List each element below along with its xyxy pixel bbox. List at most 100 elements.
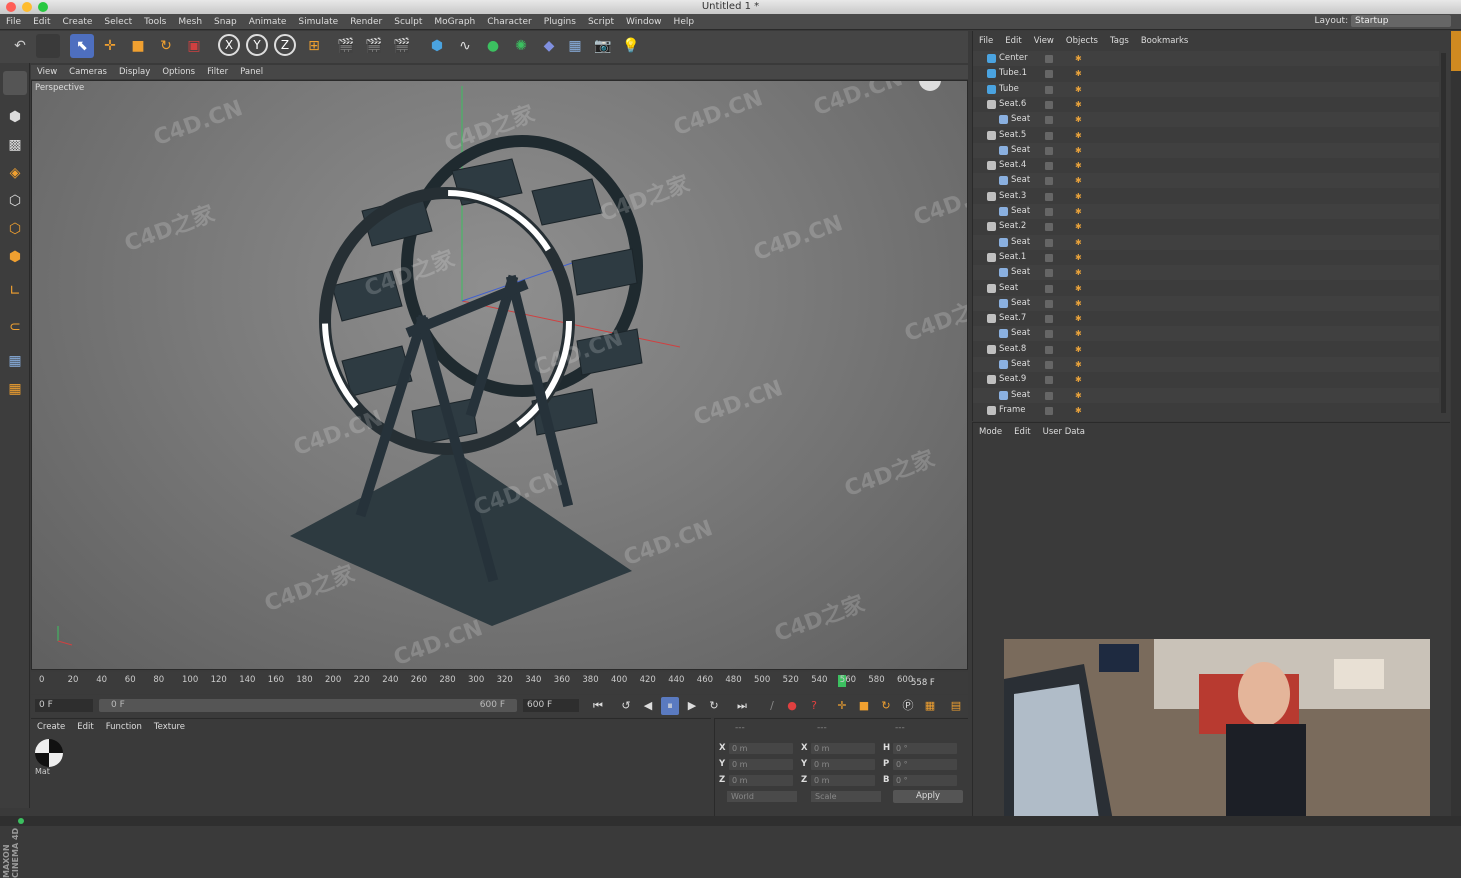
coord-value-field[interactable]: 0 °	[893, 759, 957, 770]
object-name[interactable]: Seat	[1011, 388, 1030, 403]
viewport-menu-options[interactable]: Options	[156, 65, 201, 79]
render-view-icon[interactable]: 🎬	[334, 34, 358, 58]
object-name[interactable]: Seat	[1011, 112, 1030, 127]
go-to-end-icon[interactable]: ⏭	[733, 697, 751, 715]
object-row[interactable]: Seat.9 ✱	[973, 372, 1439, 387]
object-name[interactable]: Seat.9	[999, 372, 1026, 387]
object-name[interactable]: Seat	[1011, 143, 1030, 158]
material-menu-edit[interactable]: Edit	[71, 719, 99, 735]
object-name[interactable]: Seat.5	[999, 128, 1026, 143]
object-row[interactable]: Seat.4 ✱	[973, 158, 1439, 173]
motion-path-icon[interactable]: ∕	[763, 697, 781, 715]
object-row[interactable]: Seat ✱	[973, 173, 1439, 189]
visibility-toggle[interactable]	[1045, 70, 1053, 79]
attribute-menu-mode[interactable]: Mode	[973, 423, 1008, 441]
menu-sculpt[interactable]: Sculpt	[388, 14, 428, 30]
make-editable-icon[interactable]	[3, 71, 27, 95]
objects-tab-icon[interactable]	[1451, 31, 1461, 71]
visibility-toggle[interactable]	[1045, 55, 1053, 63]
texture-mode-icon[interactable]: ▩	[3, 133, 27, 157]
menu-tools[interactable]: Tools	[138, 14, 172, 30]
light-icon[interactable]: 💡	[619, 34, 643, 58]
object-tag-icon[interactable]: ✱	[1075, 222, 1084, 231]
menu-mesh[interactable]: Mesh	[172, 14, 208, 30]
coordinate-system-icon[interactable]: ⊞	[302, 34, 326, 58]
menu-help[interactable]: Help	[668, 14, 701, 30]
scale-icon[interactable]: ■	[126, 34, 150, 58]
object-row[interactable]: Seat ✱	[973, 387, 1439, 403]
previous-key-icon[interactable]: ↺	[617, 697, 635, 715]
camera-icon[interactable]: 📷	[591, 34, 615, 58]
coordinate-mode-dropdown[interactable]: World	[727, 791, 797, 802]
object-name[interactable]: Tube	[999, 82, 1019, 97]
close-window-button[interactable]	[6, 2, 16, 12]
object-row[interactable]: Seat ✱	[973, 204, 1439, 219]
deformer-icon[interactable]: ◆	[537, 34, 561, 58]
object-tag-icon[interactable]: ✱	[1075, 375, 1084, 384]
coord-value-field[interactable]: 0 m	[729, 759, 793, 770]
y-axis-lock-button[interactable]: Y	[246, 34, 268, 56]
object-name[interactable]: Seat	[999, 281, 1018, 296]
perspective-viewport[interactable]: Perspective C4D.CN C4D之家 C4D.CN C4D之家 C4…	[31, 80, 968, 670]
object-name[interactable]: Seat.7	[999, 311, 1026, 326]
object-tag-icon[interactable]: ✱	[1075, 69, 1084, 78]
material-swatch[interactable]: Mat	[35, 739, 65, 783]
object-row[interactable]: Seat ✱	[973, 326, 1439, 342]
object-menu-edit[interactable]: Edit	[999, 31, 1027, 51]
object-name[interactable]: Seat	[1011, 173, 1030, 188]
render-settings-icon[interactable]: 🎬	[390, 34, 414, 58]
object-tag-icon[interactable]: ✱	[1075, 207, 1084, 216]
object-row[interactable]: Seat.8 ✱	[973, 342, 1439, 357]
object-row[interactable]: Seat.7 ✱	[973, 311, 1439, 326]
menu-animate[interactable]: Animate	[243, 14, 293, 30]
key-scale-icon[interactable]: ■	[855, 697, 873, 715]
object-menu-view[interactable]: View	[1028, 31, 1060, 51]
object-tag-icon[interactable]: ✱	[1075, 131, 1084, 140]
object-tag-icon[interactable]: ✱	[1075, 100, 1084, 109]
preview-range-slider[interactable]: 0 F 600 F	[99, 699, 517, 712]
object-tag-icon[interactable]: ✱	[1075, 176, 1084, 185]
attribute-menu-edit[interactable]: Edit	[1008, 423, 1036, 441]
menu-script[interactable]: Script	[582, 14, 620, 30]
visibility-toggle[interactable]	[1045, 223, 1053, 232]
move-icon[interactable]: ✛	[98, 34, 122, 58]
object-row[interactable]: Seat ✱	[973, 142, 1439, 158]
undo-icon[interactable]: ↶	[8, 34, 32, 58]
object-tag-icon[interactable]: ✱	[1075, 115, 1084, 124]
object-tag-icon[interactable]: ✱	[1075, 192, 1084, 201]
material-menu-function[interactable]: Function	[100, 719, 148, 735]
next-key-icon[interactable]: ↻	[705, 697, 723, 715]
nurbs-icon[interactable]: ●	[481, 34, 505, 58]
key-position-icon[interactable]: ✛	[833, 697, 851, 715]
play-pause-icon[interactable]: ⏸	[661, 697, 679, 715]
coord-value-field[interactable]: 0 °	[893, 743, 957, 754]
object-row[interactable]: Seat.5 ✱	[973, 128, 1439, 143]
menu-file[interactable]: File	[0, 14, 27, 30]
layout-selector[interactable]: Layout: Startup	[1314, 15, 1451, 27]
object-name[interactable]: Seat.2	[999, 219, 1026, 234]
object-tag-icon[interactable]: ✱	[1075, 284, 1084, 293]
locked-workplane-icon[interactable]: ▦	[3, 377, 27, 401]
visibility-toggle[interactable]	[1045, 146, 1053, 155]
zoom-window-button[interactable]	[38, 2, 48, 12]
object-list-scrollbar[interactable]	[1441, 53, 1446, 413]
object-name[interactable]: Seat.4	[999, 158, 1026, 173]
visibility-toggle[interactable]	[1045, 238, 1053, 247]
snap-magnet-icon[interactable]: ⊂	[3, 315, 27, 339]
timeline-window-icon[interactable]: ▤	[947, 697, 965, 715]
object-row[interactable]: Center ✱	[973, 51, 1439, 66]
key-pla-icon[interactable]: ▦	[921, 697, 939, 715]
key-rotation-icon[interactable]: ↻	[877, 697, 895, 715]
menu-window[interactable]: Window	[620, 14, 668, 30]
attribute-menu-user-data[interactable]: User Data	[1037, 423, 1091, 441]
viewport-menu-view[interactable]: View	[31, 65, 63, 79]
object-row[interactable]: Seat ✱	[973, 295, 1439, 311]
object-tag-icon[interactable]: ✱	[1075, 299, 1084, 308]
object-tag-icon[interactable]: ✱	[1075, 345, 1084, 354]
object-tag-icon[interactable]: ✱	[1075, 54, 1084, 63]
viewport-menu-filter[interactable]: Filter	[201, 65, 234, 79]
object-name[interactable]: Seat	[1011, 235, 1030, 250]
coord-value-field[interactable]: 0 m	[729, 775, 793, 786]
x-axis-lock-button[interactable]: X	[218, 34, 240, 56]
viewport-menu-cameras[interactable]: Cameras	[63, 65, 113, 79]
